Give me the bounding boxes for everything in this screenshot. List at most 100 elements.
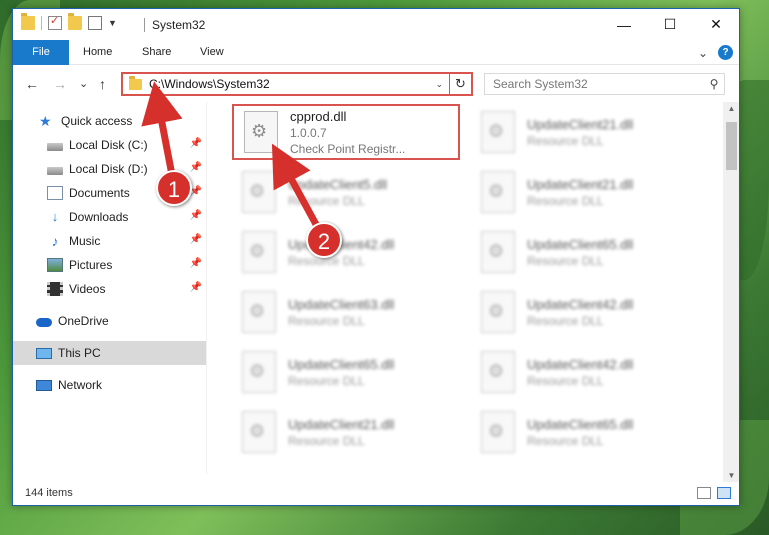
dll-file-icon — [242, 171, 276, 213]
tab-share[interactable]: Share — [132, 40, 181, 65]
file-name: UpdateClient21.dll — [288, 416, 395, 432]
address-bar[interactable]: C:\Windows\System32 ⌄ ↻ — [121, 72, 473, 96]
sidebar-item-quick-access[interactable]: ★ Quick access — [13, 109, 206, 133]
title-bar: ▼ System32 — ☐ ✕ — [13, 9, 739, 40]
file-name: UpdateClient21.dll — [527, 176, 634, 192]
pane-divider[interactable] — [206, 102, 207, 474]
file-info: UpdateClient63.dll Resource DLL — [288, 297, 394, 328]
folder-icon[interactable] — [21, 13, 35, 30]
sidebar-item-videos[interactable]: Videos 📌 — [13, 277, 206, 301]
sidebar-item-label: This PC — [58, 346, 101, 360]
sidebar-item-downloads[interactable]: ↓ Downloads 📌 — [13, 205, 206, 229]
search-input[interactable]: Search System32 — [493, 77, 704, 91]
file-tile-cpprod[interactable]: cpprod.dll 1.0.0.7 Check Point Registr..… — [232, 104, 460, 160]
file-tile[interactable]: UpdateClient21.dll Resource DLL — [232, 404, 460, 460]
file-tile[interactable]: UpdateClient65.dll Resource DLL — [232, 344, 460, 400]
search-icon[interactable]: ⚲ — [704, 77, 724, 91]
expand-ribbon-icon[interactable]: ⌄ — [698, 46, 708, 60]
dll-file-icon — [481, 351, 515, 393]
file-info: UpdateClient65.dll Resource DLL — [527, 237, 633, 268]
address-dropdown-icon[interactable]: ⌄ — [435, 79, 443, 90]
close-button[interactable]: ✕ — [693, 9, 739, 40]
documents-icon — [47, 186, 63, 200]
tab-file[interactable]: File — [13, 40, 69, 65]
network-icon — [36, 379, 52, 391]
file-description: Resource DLL — [288, 313, 365, 328]
sidebar-item-label: Pictures — [69, 258, 113, 272]
file-name: UpdateClient42.dll — [527, 356, 634, 372]
scroll-down-icon[interactable]: ▼ — [723, 471, 739, 480]
dll-file-icon — [481, 291, 515, 333]
scroll-up-icon[interactable]: ▲ — [723, 104, 739, 113]
sidebar-item-pictures[interactable]: Pictures 📌 — [13, 253, 206, 277]
file-tile[interactable]: UpdateClient63.dll Resource DLL — [232, 284, 460, 340]
properties-check-icon[interactable] — [48, 14, 62, 30]
maximize-button[interactable]: ☐ — [647, 9, 693, 40]
refresh-icon[interactable]: ↻ — [449, 74, 471, 94]
file-tile[interactable]: UpdateClient5.dll Resource DLL — [232, 164, 460, 220]
large-icons-view-icon[interactable] — [717, 487, 731, 499]
file-info: UpdateClient21.dll Resource DLL — [527, 177, 633, 208]
file-description: Resource DLL — [527, 373, 604, 388]
pin-icon[interactable]: 📌 — [190, 162, 202, 173]
ribbon: File Home Share View ⌄ ? — [13, 40, 739, 65]
dll-file-icon — [242, 351, 276, 393]
window-title: System32 — [152, 18, 206, 32]
up-arrow-icon[interactable]: ↑ — [99, 76, 106, 92]
tab-home[interactable]: Home — [73, 40, 122, 65]
pin-icon[interactable]: 📌 — [190, 282, 202, 293]
callout-step-1: 1 — [156, 170, 192, 206]
file-info: UpdateClient21.dll Resource DLL — [527, 117, 633, 148]
sidebar-item-this-pc[interactable]: This PC — [13, 341, 206, 365]
sidebar-item-local-disk-c[interactable]: Local Disk (C:) 📌 — [13, 133, 206, 157]
scrollbar-thumb[interactable] — [726, 122, 737, 170]
file-name: UpdateClient5.dll — [288, 176, 388, 192]
file-name: UpdateClient21.dll — [527, 116, 634, 132]
file-tile[interactable]: UpdateClient65.dll Resource DLL — [471, 404, 699, 460]
back-arrow-icon[interactable]: ← — [25, 76, 39, 92]
file-tile[interactable]: UpdateClient65.dll Resource DLL — [471, 224, 699, 280]
sidebar-item-network[interactable]: Network — [13, 373, 206, 397]
file-tile[interactable]: UpdateClient42.dll Resource DLL — [471, 284, 699, 340]
details-view-icon[interactable] — [697, 487, 711, 499]
forward-arrow-icon[interactable]: → — [53, 76, 67, 92]
sidebar-item-music[interactable]: ♪ Music 📌 — [13, 229, 206, 253]
recent-locations-icon[interactable]: ⌄ — [79, 77, 88, 90]
file-tile[interactable]: UpdateClient42.dll Resource DLL — [232, 224, 460, 280]
properties-icon[interactable] — [88, 16, 102, 30]
file-name: cpprod.dll — [290, 108, 347, 124]
dll-file-icon — [244, 111, 278, 153]
pin-icon[interactable]: 📌 — [190, 234, 202, 245]
new-folder-icon[interactable] — [68, 13, 82, 30]
navigation-pane: ★ Quick access Local Disk (C:) 📌 Local D… — [13, 102, 206, 474]
file-tile[interactable]: UpdateClient42.dll Resource DLL — [471, 344, 699, 400]
file-info: UpdateClient21.dll Resource DLL — [288, 417, 394, 448]
minimize-button[interactable]: — — [601, 9, 647, 40]
customize-toolbar-icon[interactable]: ▼ — [108, 18, 117, 28]
pin-icon[interactable]: 📌 — [190, 138, 202, 149]
sidebar-item-label: Documents — [69, 186, 130, 200]
dll-file-icon — [242, 231, 276, 273]
tab-view[interactable]: View — [190, 40, 234, 65]
sidebar-item-onedrive[interactable]: OneDrive — [13, 309, 206, 333]
vertical-scrollbar[interactable]: ▲ ▼ — [723, 102, 739, 482]
file-tile[interactable]: UpdateClient21.dll Resource DLL — [471, 164, 699, 220]
pin-icon[interactable]: 📌 — [190, 258, 202, 269]
videos-icon — [47, 282, 63, 296]
address-path[interactable]: C:\Windows\System32 — [149, 77, 435, 91]
sidebar-item-label: OneDrive — [58, 314, 109, 328]
dll-file-icon — [481, 171, 515, 213]
file-info: UpdateClient65.dll Resource DLL — [527, 417, 633, 448]
explorer-window: ▼ System32 — ☐ ✕ File Home Share View ⌄ … — [12, 8, 740, 506]
search-box[interactable]: Search System32 ⚲ — [484, 73, 725, 95]
help-icon[interactable]: ? — [718, 45, 733, 60]
dll-file-icon — [481, 111, 515, 153]
computer-icon — [36, 347, 52, 359]
file-description: Resource DLL — [288, 373, 365, 388]
ribbon-controls: ⌄ ? — [698, 45, 733, 60]
window-controls: — ☐ ✕ — [601, 9, 739, 40]
file-tile[interactable]: UpdateClient21.dll Resource DLL — [471, 104, 699, 160]
music-icon: ♪ — [51, 233, 59, 249]
pin-icon[interactable]: 📌 — [190, 210, 202, 221]
file-info: cpprod.dll 1.0.0.7 Check Point Registr..… — [290, 109, 405, 156]
